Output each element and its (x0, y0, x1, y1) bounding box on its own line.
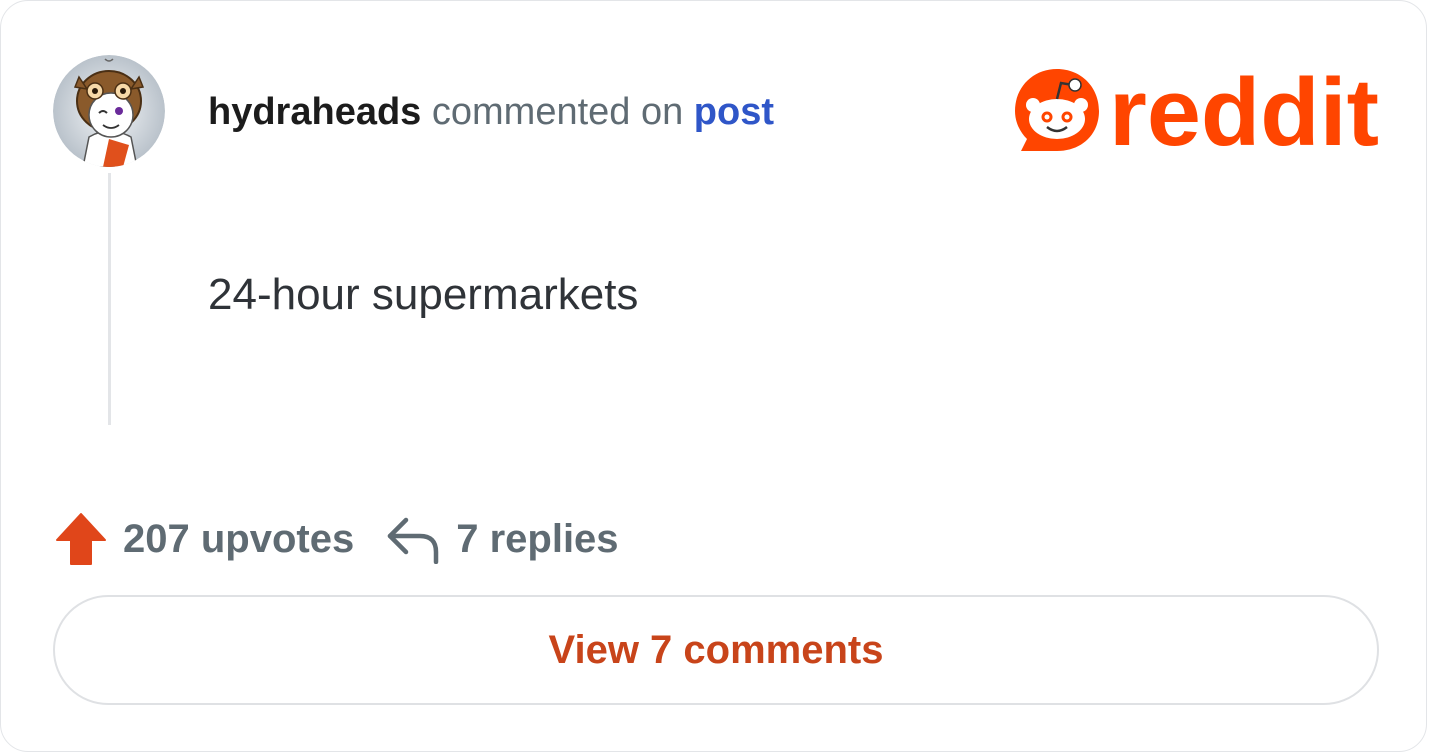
logo-wordmark-text: reddit (1109, 65, 1379, 157)
reply-arrow-icon[interactable] (386, 514, 440, 565)
comment-text: 24-hour supermarkets (208, 270, 639, 319)
reddit-logo[interactable]: reddit (1011, 59, 1383, 166)
post-link[interactable]: post (694, 91, 774, 133)
username-link[interactable]: hydraheads (208, 91, 421, 133)
upvote-count: 207 upvotes (123, 517, 355, 561)
reddit-wordmark-logo: reddit (1015, 59, 1379, 166)
comment-embed-card: hydraheads commented on post reddit 24-h… (0, 0, 1427, 752)
reply-count: 7 replies (456, 517, 619, 561)
view-comments-button[interactable]: View 7 comments (53, 595, 1379, 705)
comment-header: hydraheads commented on post (208, 89, 774, 135)
user-avatar[interactable] (53, 55, 165, 167)
comment-stats: 207 upvotes 7 replies (55, 509, 619, 569)
commented-on-text: commented on (421, 91, 694, 133)
owl-avatar-image (53, 55, 165, 167)
thread-line (108, 173, 111, 425)
upvote-arrow-icon[interactable] (55, 512, 107, 566)
